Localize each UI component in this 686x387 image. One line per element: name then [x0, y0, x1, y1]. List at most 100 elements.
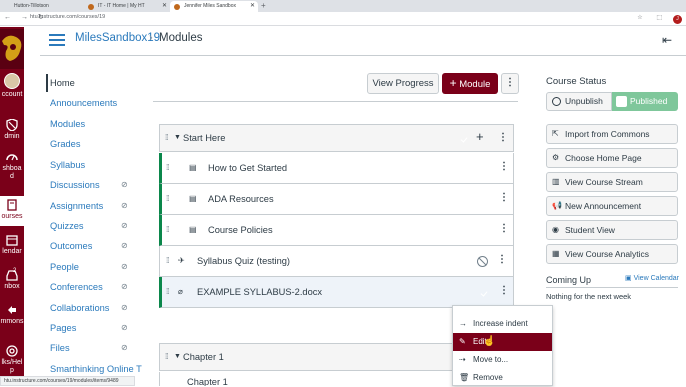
- drag-handle-icon[interactable]: ⁞⁞: [166, 256, 170, 265]
- menu-item-remove[interactable]: 🗑 Remove: [453, 369, 552, 387]
- hidden-eye-icon: ⊘: [121, 303, 128, 312]
- browser-tab[interactable]: Hutton-Tillotson: [0, 1, 82, 12]
- course-nav-collaborations[interactable]: Collaborations: [50, 303, 109, 313]
- close-icon[interactable]: ✕: [162, 1, 167, 12]
- global-nav-inbox[interactable]: 2 nbox: [0, 268, 24, 291]
- item-options-icon[interactable]: ⋮: [499, 285, 509, 296]
- global-nav-calendar[interactable]: lendar: [0, 234, 24, 256]
- module-item[interactable]: ⁞⁞ ⌀ EXAMPLE SYLLABUS-2.docx ⋮: [159, 277, 514, 308]
- drag-handle-icon[interactable]: ⁞⁞: [166, 225, 170, 234]
- collapse-sidebar-icon[interactable]: ⇤: [662, 33, 672, 47]
- browser-actions-icon[interactable]: ☆ ⬚: [637, 14, 668, 21]
- course-nav-smarthinking[interactable]: Smarthinking Online T: [50, 364, 142, 374]
- breadcrumb-course[interactable]: MilesSandbox19: [75, 32, 160, 44]
- new-announcement-button[interactable]: 📢 New Announcement: [546, 196, 678, 216]
- module-item[interactable]: ⁞⁞ ▤ How to Get Started ⋮: [159, 153, 514, 184]
- course-nav-conferences[interactable]: Conferences: [50, 282, 103, 292]
- module-header[interactable]: ⁞⁞ ▼ Start Here + ⋮: [159, 124, 514, 152]
- course-nav-home[interactable]: Home: [50, 78, 75, 88]
- course-nav-quizzes[interactable]: Quizzes: [50, 221, 84, 231]
- import-commons-button[interactable]: ⇱ Import from Commons: [546, 124, 678, 144]
- item-title[interactable]: Syllabus Quiz (testing): [197, 256, 290, 266]
- published-button[interactable]: Published: [612, 92, 678, 111]
- analytics-icon: ▦: [552, 249, 560, 258]
- pencil-icon: ✎: [459, 337, 466, 346]
- arrow-right-icon: →: [459, 319, 467, 328]
- course-nav-announcements[interactable]: Announcements: [50, 98, 117, 108]
- course-nav-outcomes[interactable]: Outcomes: [50, 241, 92, 251]
- help-icon: [6, 345, 18, 357]
- profile-avatar[interactable]: J: [673, 15, 682, 24]
- course-nav-grades[interactable]: Grades: [50, 139, 81, 149]
- new-tab-button[interactable]: +: [261, 0, 266, 12]
- commons-icon: [8, 306, 16, 314]
- tab-favicon-icon: [88, 4, 94, 10]
- item-title[interactable]: ADA Resources: [208, 194, 274, 204]
- ram-logo-icon: [2, 35, 22, 61]
- course-nav-discussions[interactable]: Discussions: [50, 180, 100, 190]
- drag-handle-icon[interactable]: ⁞⁞: [166, 163, 170, 172]
- view-analytics-button[interactable]: ▦ View Course Analytics: [546, 244, 678, 264]
- logo[interactable]: [0, 29, 24, 69]
- item-options-icon[interactable]: ⋮: [497, 254, 507, 265]
- add-module-button[interactable]: + Module: [442, 73, 498, 94]
- more-options-button[interactable]: ⋮: [501, 73, 519, 94]
- course-nav-assignments[interactable]: Assignments: [50, 201, 103, 211]
- drag-handle-icon[interactable]: ⁞⁞: [166, 287, 170, 296]
- module-options-icon[interactable]: ⋮: [498, 132, 508, 143]
- course-nav-modules[interactable]: Modules: [50, 119, 85, 129]
- view-calendar-link[interactable]: ▣ View Calendar: [625, 274, 679, 282]
- item-title[interactable]: How to Get Started: [208, 163, 287, 173]
- browser-tab[interactable]: IT - IT Home | My HT ✕: [84, 1, 170, 12]
- course-nav-pages[interactable]: Pages: [50, 323, 76, 333]
- hidden-eye-icon: ⊘: [121, 241, 128, 250]
- item-title[interactable]: Course Policies: [208, 225, 273, 235]
- global-nav-dashboard[interactable]: shboa d: [0, 151, 24, 181]
- close-icon[interactable]: ✕: [250, 1, 255, 12]
- course-nav-syllabus[interactable]: Syllabus: [50, 160, 85, 170]
- student-view-button[interactable]: ◉ Student View: [546, 220, 678, 240]
- page-icon: ▤: [189, 194, 197, 203]
- account-icon: [4, 73, 20, 89]
- global-nav-account[interactable]: ccount: [0, 73, 24, 99]
- choose-home-page-button[interactable]: ⚙ Choose Home Page: [546, 148, 678, 168]
- global-nav-commons[interactable]: mmons: [0, 304, 24, 326]
- drag-handle-icon[interactable]: ⁞⁞: [166, 194, 170, 203]
- hidden-eye-icon: ⊘: [121, 221, 128, 230]
- coming-up-empty: Nothing for the next week: [546, 292, 632, 301]
- caret-down-icon[interactable]: ▼: [174, 353, 181, 360]
- url-field[interactable]: htu.instructure.com/courses/19: [30, 14, 105, 20]
- global-nav-courses[interactable]: ourses: [0, 196, 24, 226]
- module-item[interactable]: ⁞⁞ ▤ Course Policies ⋮: [159, 215, 514, 246]
- move-icon: ⇢: [459, 355, 466, 364]
- drag-handle-icon[interactable]: ⁞⁞: [165, 133, 169, 142]
- add-item-icon[interactable]: +: [476, 130, 484, 144]
- item-options-icon[interactable]: ⋮: [499, 223, 509, 234]
- unpublished-icon[interactable]: [477, 256, 488, 267]
- menu-item-edit[interactable]: ✎ Edit: [453, 333, 552, 351]
- global-nav-admin[interactable]: dmin: [0, 119, 24, 141]
- drag-handle-icon[interactable]: ⁞⁞: [165, 352, 169, 361]
- caret-down-icon[interactable]: ▼: [174, 134, 181, 141]
- unpublish-icon: [552, 97, 561, 106]
- global-nav: ccount dmin shboa d ourses lendar 2 nbox…: [0, 27, 24, 386]
- course-nav-files[interactable]: Files: [50, 343, 70, 353]
- unpublish-button[interactable]: Unpublish: [546, 92, 612, 111]
- browser-tab-active[interactable]: Jennifer Miles Sandbox ✕: [170, 1, 258, 12]
- item-title[interactable]: EXAMPLE SYLLABUS-2.docx: [197, 287, 322, 297]
- menu-item-move[interactable]: ⇢ Move to...: [453, 351, 552, 369]
- module-item[interactable]: ⁞⁞ ▤ ADA Resources ⋮: [159, 184, 514, 215]
- menu-item-increase-indent[interactable]: → Increase indent: [453, 315, 552, 333]
- item-options-icon[interactable]: ⋮: [499, 192, 509, 203]
- hamburger-menu-icon[interactable]: [49, 34, 65, 46]
- tab-favicon-icon: [174, 4, 180, 10]
- view-progress-button[interactable]: View Progress: [367, 73, 439, 94]
- global-nav-help[interactable]: lks/Hel p: [0, 345, 24, 375]
- item-title[interactable]: Chapter 1: [187, 377, 228, 386]
- item-options-icon[interactable]: ⋮: [499, 161, 509, 172]
- divider: [40, 55, 686, 56]
- module-item[interactable]: ⁞⁞ ✈ Syllabus Quiz (testing) ⋮: [159, 246, 514, 277]
- view-course-stream-button[interactable]: ▥ View Course Stream: [546, 172, 678, 192]
- quiz-rocket-icon: ✈: [178, 256, 185, 265]
- course-nav-people[interactable]: People: [50, 262, 79, 272]
